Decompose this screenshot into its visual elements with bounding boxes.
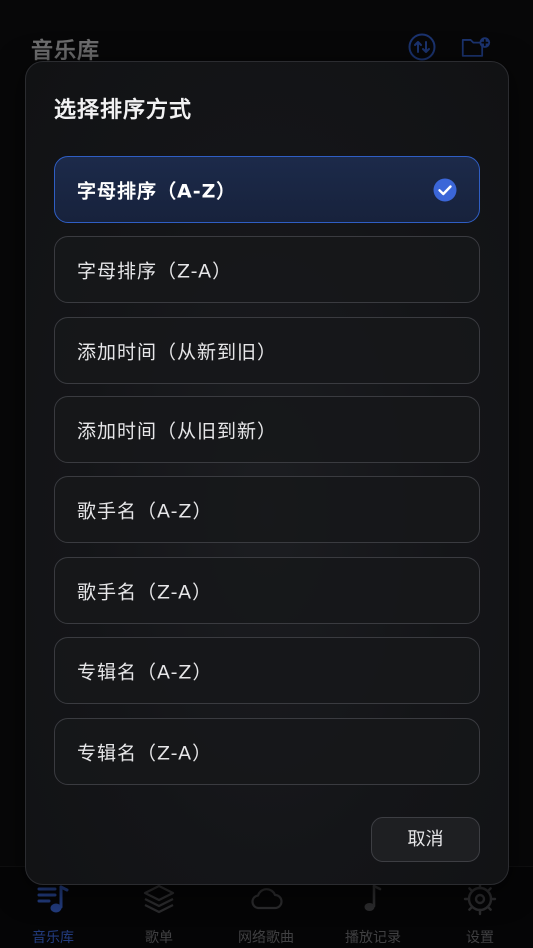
option-label: 歌手名（A-Z） — [77, 500, 213, 522]
sort-option-album-desc[interactable]: 专辑名（Z-A） — [54, 718, 480, 785]
sort-option-artist-asc[interactable]: 歌手名（A-Z） — [54, 476, 480, 543]
option-label: 添加时间（从旧到新） — [77, 420, 278, 442]
option-label: 专辑名（Z-A） — [77, 742, 213, 764]
sort-option-added-newest[interactable]: 添加时间（从新到旧） — [54, 317, 480, 384]
sort-options-dialog: 选择排序方式 字母排序（A-Z） 字母排序（Z-A） 添加时间（从新到旧） 添加… — [25, 61, 509, 885]
option-label: 添加时间（从新到旧） — [77, 341, 278, 363]
cancel-button[interactable]: 取消 — [371, 817, 480, 862]
option-label: 字母排序（A-Z） — [77, 180, 237, 202]
option-label: 歌手名（Z-A） — [77, 581, 213, 603]
sort-option-added-oldest[interactable]: 添加时间（从旧到新） — [54, 396, 480, 463]
option-label: 专辑名（A-Z） — [77, 661, 213, 683]
check-circle-icon — [433, 178, 457, 201]
sort-option-alpha-desc[interactable]: 字母排序（Z-A） — [54, 236, 480, 303]
dialog-title: 选择排序方式 — [54, 98, 193, 123]
sort-option-album-asc[interactable]: 专辑名（A-Z） — [54, 637, 480, 704]
option-label: 字母排序（Z-A） — [77, 260, 233, 282]
music-library-screen: 音乐库 音乐库 歌单 网络歌曲 播放记录 设置 选择排序方式 字母排序（A-Z）… — [0, 0, 533, 948]
sort-option-artist-desc[interactable]: 歌手名（Z-A） — [54, 557, 480, 624]
sort-option-alpha-asc[interactable]: 字母排序（A-Z） — [54, 156, 480, 223]
